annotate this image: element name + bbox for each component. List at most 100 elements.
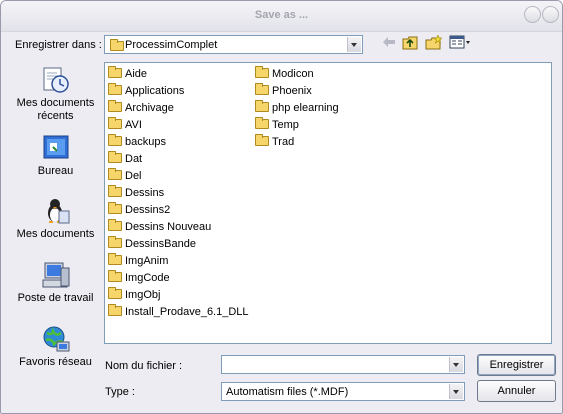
views-menu-icon[interactable] bbox=[447, 35, 473, 53]
folder-icon bbox=[108, 151, 122, 164]
folder-icon bbox=[108, 134, 122, 147]
filename-label: Nom du fichier : bbox=[105, 360, 183, 372]
folder-item[interactable]: Trad bbox=[255, 134, 339, 151]
folder-item[interactable]: Phoenix bbox=[255, 83, 339, 100]
file-column: Aide Applications Archivage AVI backups … bbox=[108, 66, 249, 321]
folder-item[interactable]: ImgCode bbox=[108, 270, 249, 287]
title-bar[interactable]: Save as ... bbox=[1, 1, 562, 32]
save-as-dialog: Save as ... Enregistrer dans : Processim… bbox=[0, 0, 563, 414]
folder-icon bbox=[108, 83, 122, 96]
folder-item[interactable]: Temp bbox=[255, 117, 339, 134]
my-documents-icon bbox=[41, 196, 71, 226]
recent-documents-icon bbox=[41, 65, 71, 95]
save-button[interactable]: Enregistrer bbox=[477, 354, 556, 376]
save-in-value: ProcessimComplet bbox=[125, 39, 218, 51]
chevron-down-icon[interactable] bbox=[449, 384, 463, 399]
folder-icon bbox=[255, 66, 269, 79]
folder-item[interactable]: AVI bbox=[108, 117, 249, 134]
chevron-down-icon[interactable] bbox=[449, 357, 463, 372]
folder-label: Del bbox=[125, 170, 142, 182]
folder-item[interactable]: Archivage bbox=[108, 100, 249, 117]
folder-item[interactable]: Dessins bbox=[108, 185, 249, 202]
folder-label: php elearning bbox=[272, 102, 339, 114]
file-list[interactable]: Aide Applications Archivage AVI backups … bbox=[104, 62, 552, 344]
folder-icon bbox=[110, 39, 124, 51]
save-in-label: Enregistrer dans : bbox=[15, 39, 102, 51]
folder-item[interactable]: backups bbox=[108, 134, 249, 151]
folder-label: Install_Prodave_6.1_DLL bbox=[125, 306, 249, 318]
folder-icon bbox=[108, 66, 122, 79]
network-places-icon bbox=[41, 324, 71, 354]
folder-item[interactable]: ImgObj bbox=[108, 287, 249, 304]
filetype-value: Automatism files (*.MDF) bbox=[226, 386, 349, 398]
folder-icon bbox=[108, 185, 122, 198]
up-folder-icon[interactable] bbox=[401, 35, 419, 53]
folder-label: ImgAnim bbox=[125, 255, 169, 267]
folder-label: Phoenix bbox=[272, 85, 312, 97]
place-my-computer[interactable]: Poste de travail bbox=[8, 260, 103, 305]
folder-label: Trad bbox=[272, 136, 295, 148]
save-in-combo[interactable]: ProcessimComplet bbox=[104, 35, 363, 54]
folder-label: DessinsBande bbox=[125, 238, 196, 250]
folder-icon bbox=[108, 168, 122, 181]
filename-input[interactable] bbox=[221, 355, 465, 374]
folder-icon bbox=[255, 100, 269, 113]
place-label: Bureau bbox=[37, 165, 74, 177]
place-label: Favoris réseau bbox=[19, 356, 92, 368]
folder-item[interactable]: Install_Prodave_6.1_DLL bbox=[108, 304, 249, 321]
folder-item[interactable]: Dessins Nouveau bbox=[108, 219, 249, 236]
back-arrow-icon[interactable] bbox=[380, 35, 398, 53]
folder-item[interactable]: Applications bbox=[108, 83, 249, 100]
folder-item[interactable]: php elearning bbox=[255, 100, 339, 117]
folder-label: ImgCode bbox=[125, 272, 170, 284]
chevron-down-icon[interactable] bbox=[347, 37, 361, 52]
close-button[interactable] bbox=[542, 6, 559, 23]
folder-icon bbox=[108, 236, 122, 249]
folder-icon bbox=[108, 253, 122, 266]
folder-label: AVI bbox=[125, 119, 142, 131]
folder-icon bbox=[108, 100, 122, 113]
new-folder-icon[interactable] bbox=[424, 34, 443, 53]
folder-item[interactable]: Modicon bbox=[255, 66, 339, 83]
folder-item[interactable]: ImgAnim bbox=[108, 253, 249, 270]
my-computer-icon bbox=[41, 260, 71, 290]
folder-item[interactable]: Dat bbox=[108, 151, 249, 168]
folder-icon bbox=[255, 83, 269, 96]
folder-label: Dat bbox=[125, 153, 143, 165]
place-label: Mes documents récents bbox=[16, 97, 95, 122]
place-label: Poste de travail bbox=[17, 292, 94, 304]
folder-icon bbox=[255, 117, 269, 130]
place-network-places[interactable]: Favoris réseau bbox=[8, 324, 103, 369]
place-my-documents[interactable]: Mes documents bbox=[8, 196, 103, 241]
cancel-button[interactable]: Annuler bbox=[477, 380, 556, 402]
folder-item[interactable]: Aide bbox=[108, 66, 249, 83]
help-button[interactable] bbox=[524, 6, 541, 23]
folder-label: Modicon bbox=[272, 68, 314, 80]
window-title: Save as ... bbox=[254, 9, 309, 21]
folder-label: Dessins2 bbox=[125, 204, 171, 216]
folder-label: Archivage bbox=[125, 102, 174, 114]
folder-icon bbox=[108, 287, 122, 300]
folder-item[interactable]: Del bbox=[108, 168, 249, 185]
folder-icon bbox=[108, 202, 122, 215]
place-desktop[interactable]: Bureau bbox=[8, 133, 103, 178]
folder-item[interactable]: DessinsBande bbox=[108, 236, 249, 253]
filetype-select[interactable]: Automatism files (*.MDF) bbox=[221, 382, 465, 401]
folder-item[interactable]: Dessins2 bbox=[108, 202, 249, 219]
folder-icon bbox=[108, 304, 122, 317]
folder-label: backups bbox=[125, 136, 166, 148]
folder-icon bbox=[255, 134, 269, 147]
folder-label: Applications bbox=[125, 85, 185, 97]
folder-label: ImgObj bbox=[125, 289, 161, 301]
file-column: Modicon Phoenix php elearning Temp Trad bbox=[255, 66, 339, 151]
filetype-label: Type : bbox=[105, 386, 135, 398]
folder-label: Dessins bbox=[125, 187, 165, 199]
folder-label: Aide bbox=[125, 68, 148, 80]
folder-label: Temp bbox=[272, 119, 299, 131]
folder-icon bbox=[108, 219, 122, 232]
place-label: Mes documents bbox=[16, 228, 95, 240]
desktop-icon bbox=[41, 133, 71, 163]
folder-label: Dessins Nouveau bbox=[125, 221, 212, 233]
folder-icon bbox=[108, 117, 122, 130]
place-recent-documents[interactable]: Mes documents récents bbox=[8, 65, 103, 123]
